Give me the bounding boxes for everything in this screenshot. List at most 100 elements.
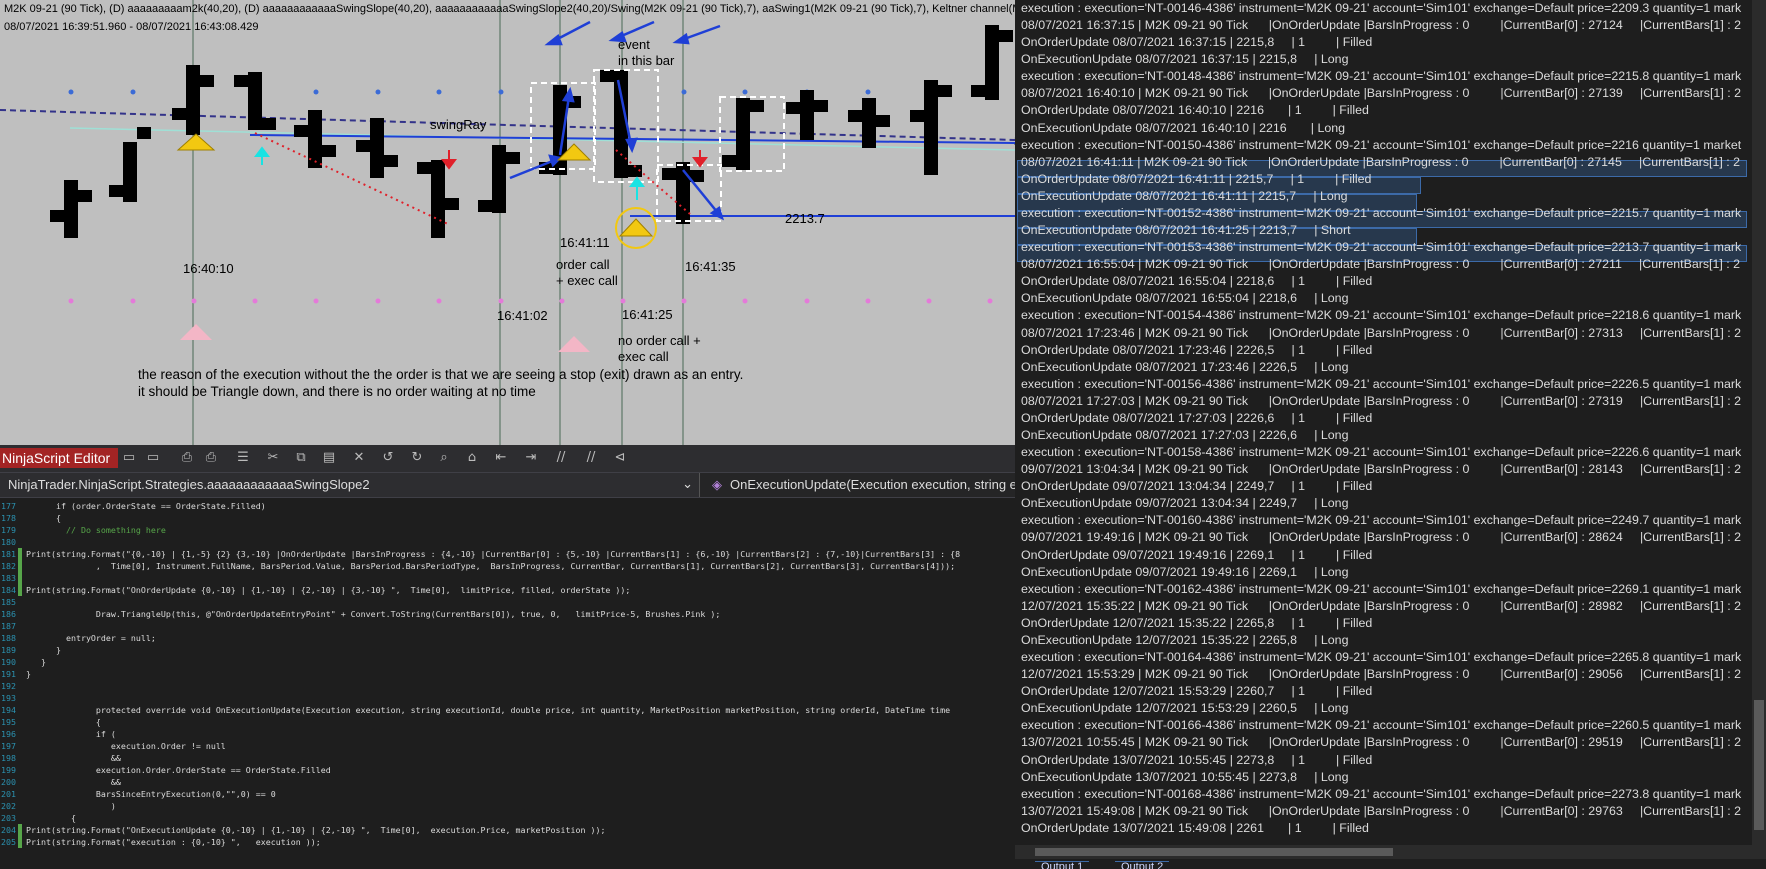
- save-icon[interactable]: ▭: [122, 451, 136, 465]
- code-line[interactable]: 196 if (: [0, 728, 1015, 740]
- indent-icon[interactable]: ⇥: [524, 451, 538, 465]
- output-line: 08/07/2021 17:27:03 | M2K 09-21 90 Tick …: [1021, 393, 1741, 408]
- code-line[interactable]: 200 &&: [0, 776, 1015, 788]
- annotation-event-2: in this bar: [618, 53, 675, 68]
- entry-triangles-yellow: [176, 133, 654, 237]
- code-line[interactable]: 191}: [0, 668, 1015, 680]
- code-line[interactable]: 189 }: [0, 644, 1015, 656]
- uncomment-icon[interactable]: //: [584, 451, 598, 465]
- output-line: OnOrderUpdate 08/07/2021 16:40:10 | 2216…: [1021, 103, 1369, 118]
- line-number: 181: [1, 549, 16, 559]
- code-line[interactable]: 180: [0, 536, 1015, 548]
- vertical-scrollbar-thumb[interactable]: [1754, 700, 1764, 830]
- code-text: Print(string.Format("OnExecutionUpdate {…: [26, 825, 606, 835]
- line-number: 183: [1, 573, 16, 583]
- redo-icon[interactable]: ↻: [410, 451, 424, 465]
- change-marker: [18, 596, 22, 608]
- code-line[interactable]: 194 protected override void OnExecutionU…: [0, 704, 1015, 716]
- output-line: 12/07/2021 15:35:22 | M2K 09-21 90 Tick …: [1021, 598, 1741, 613]
- change-marker: [18, 644, 22, 656]
- code-line[interactable]: 178 {: [0, 512, 1015, 524]
- line-number: 184: [1, 585, 16, 595]
- list-icon[interactable]: ☰: [236, 451, 250, 465]
- tab-output-2[interactable]: Output 2: [1115, 861, 1170, 869]
- code-line[interactable]: 202 ): [0, 800, 1015, 812]
- output-line: execution : execution='NT-00166-4386' in…: [1021, 718, 1742, 733]
- code-line[interactable]: 177 if (order.OrderState == OrderState.F…: [0, 500, 1015, 512]
- code-line[interactable]: 190 }: [0, 656, 1015, 668]
- code-line[interactable]: 198 &&: [0, 752, 1015, 764]
- member-selector[interactable]: ◈ OnExecutionUpdate(Execution execution,…: [708, 473, 1015, 497]
- code-text: &&: [26, 777, 121, 787]
- annotation-order-call: order call: [556, 257, 610, 272]
- code-line[interactable]: 185: [0, 596, 1015, 608]
- line-number: 189: [1, 645, 16, 655]
- output-line: OnOrderUpdate 13/07/2021 10:55:45 | 2273…: [1021, 752, 1373, 767]
- class-selector[interactable]: NinjaTrader.NinjaScript.Strategies.aaaaa…: [0, 473, 700, 497]
- output-line: execution : execution='NT-00168-4386' in…: [1021, 786, 1742, 801]
- code-text: {: [26, 513, 61, 523]
- ninjascript-editor[interactable]: NinjaScript Editor ▭ ▭ ⎙ ⎙ ☰ ✂ ⧉ ▤ ✕ ↺ ↻…: [0, 445, 1015, 869]
- change-marker: [18, 836, 22, 848]
- code-line[interactable]: 182 , Time[0], Instrument.FullName, Bars…: [0, 560, 1015, 572]
- code-text: if (: [26, 729, 116, 739]
- change-marker: [18, 500, 22, 512]
- change-marker: [18, 536, 22, 548]
- output-line: OnExecutionUpdate 09/07/2021 13:04:34 | …: [1021, 496, 1349, 511]
- horizontal-scrollbar-thumb[interactable]: [1035, 848, 1393, 856]
- code-line[interactable]: 192: [0, 680, 1015, 692]
- output-line: OnOrderUpdate 08/07/2021 17:27:03 | 2226…: [1021, 410, 1373, 425]
- print-icon[interactable]: ⎙: [180, 451, 194, 465]
- line-number: 198: [1, 753, 16, 763]
- line-number: 188: [1, 633, 16, 643]
- editor-nav-bar: NinjaTrader.NinjaScript.Strategies.aaaaa…: [0, 473, 1015, 498]
- outdent-icon[interactable]: ⇤: [494, 451, 508, 465]
- compile-icon[interactable]: ⌂: [465, 451, 479, 465]
- code-line[interactable]: 201 BarsSinceEntryExecution(0,"",0) == 0: [0, 788, 1015, 800]
- code-line[interactable]: 187: [0, 620, 1015, 632]
- code-line[interactable]: 181 Print(string.Format("{0,-10} | {1,-5}…: [0, 548, 1015, 560]
- tab-output-1[interactable]: Output 1: [1035, 861, 1090, 869]
- line-number: 180: [1, 537, 16, 547]
- annotation-note-2: it should be Triangle down, and there is…: [138, 384, 536, 399]
- code-line[interactable]: 195 {: [0, 716, 1015, 728]
- code-line[interactable]: 197 execution.Order != null: [0, 740, 1015, 752]
- annotation-no-order-2: exec call: [618, 349, 669, 364]
- output-window[interactable]: execution : execution='NT-00146-4386' in…: [1015, 0, 1766, 869]
- print-preview-icon[interactable]: ⎙: [204, 451, 218, 465]
- vertical-scrollbar[interactable]: [1752, 0, 1766, 845]
- code-line[interactable]: 193: [0, 692, 1015, 704]
- code-line[interactable]: 203 {: [0, 812, 1015, 824]
- horizontal-scrollbar[interactable]: [1015, 845, 1766, 859]
- output-line: execution : execution='NT-00156-4386' in…: [1021, 376, 1742, 391]
- change-marker: [18, 776, 22, 788]
- line-number: 203: [1, 813, 16, 823]
- code-line[interactable]: 205 Print(string.Format("execution : {0,-…: [0, 836, 1015, 848]
- line-number: 185: [1, 597, 16, 607]
- chart-panel[interactable]: M2K 09-21 (90 Tick), (D) aaaaaaaaam2k(40…: [0, 0, 1015, 445]
- comment-icon[interactable]: //: [554, 451, 568, 465]
- paste-icon[interactable]: ▤: [322, 451, 336, 465]
- undo-icon[interactable]: ↺: [381, 451, 395, 465]
- delete-icon[interactable]: ✕: [352, 451, 366, 465]
- code-line[interactable]: 183: [0, 572, 1015, 584]
- code-line[interactable]: 204 Print(string.Format("OnExecutionUpdat…: [0, 824, 1015, 836]
- output-line: OnExecutionUpdate 12/07/2021 15:35:22 | …: [1021, 632, 1349, 647]
- cut-icon[interactable]: ✂: [266, 451, 280, 465]
- change-marker: [18, 584, 22, 596]
- code-line[interactable]: 186 Draw.TriangleUp(this, @"OnOrderUpdat…: [0, 608, 1015, 620]
- find-icon[interactable]: ⌕: [437, 451, 451, 465]
- save-all-icon[interactable]: ▭: [146, 451, 160, 465]
- output-line: 08/07/2021 17:23:46 | M2K 09-21 90 Tick …: [1021, 325, 1741, 340]
- code-line[interactable]: 184 Print(string.Format("OnOrderUpdate {0…: [0, 584, 1015, 596]
- annotation-no-order: no order call +: [618, 333, 701, 348]
- change-marker: [18, 668, 22, 680]
- code-line[interactable]: 188 entryOrder = null;: [0, 632, 1015, 644]
- code-line[interactable]: 179 // Do something here: [0, 524, 1015, 536]
- annotation-note-1: the reason of the execution without the …: [138, 367, 744, 382]
- debug-icon[interactable]: ⊲: [613, 451, 627, 465]
- output-line: 08/07/2021 16:41:11 | M2K 09-21 90 Tick …: [1021, 154, 1741, 169]
- code-line[interactable]: 199 execution.Order.OrderState == OrderS…: [0, 764, 1015, 776]
- copy-icon[interactable]: ⧉: [294, 451, 308, 465]
- code-area[interactable]: 177 if (order.OrderState == OrderState.F…: [0, 498, 1015, 869]
